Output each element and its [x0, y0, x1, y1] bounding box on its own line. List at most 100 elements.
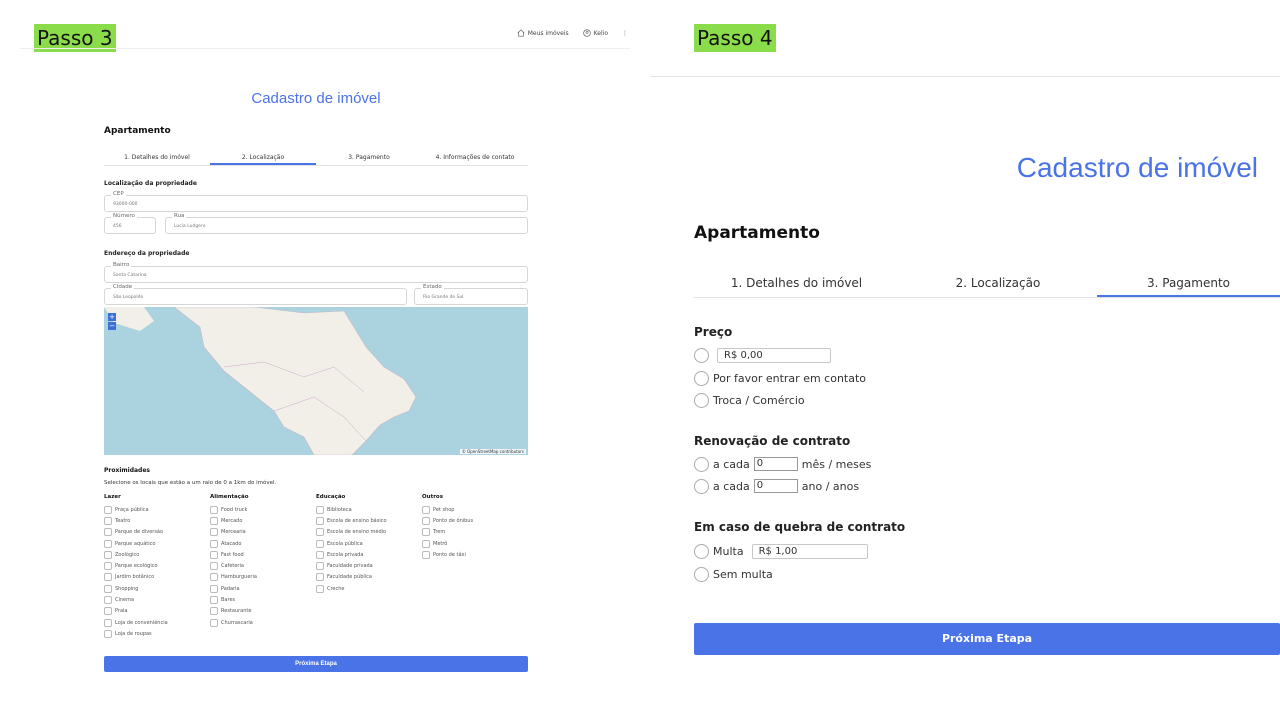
- next-step-button[interactable]: Próxima Etapa: [104, 656, 528, 672]
- proximity-option[interactable]: Zoológico: [104, 549, 210, 560]
- proximity-option[interactable]: Escola privada: [316, 549, 422, 560]
- checkbox[interactable]: [422, 505, 430, 514]
- proximity-option[interactable]: Loja de roupas: [104, 628, 210, 639]
- proximity-option[interactable]: Parque ecológico: [104, 560, 210, 571]
- checkbox[interactable]: [210, 505, 218, 514]
- proximity-option[interactable]: Loja de conveniência: [104, 617, 210, 628]
- checkbox[interactable]: [104, 573, 112, 582]
- nav-my-properties[interactable]: Meus imóveis: [517, 29, 569, 37]
- checkbox[interactable]: [210, 618, 218, 627]
- proximity-option[interactable]: Cafeteria: [210, 560, 316, 571]
- location-map[interactable]: + − © OpenStreetMap contributors: [104, 307, 528, 455]
- proximity-option[interactable]: Jardim botânico: [104, 572, 210, 583]
- tab-location[interactable]: 2. Localização: [210, 150, 316, 165]
- proximity-option[interactable]: Shopping: [104, 583, 210, 594]
- proximity-option[interactable]: Atacado: [210, 538, 316, 549]
- street-field[interactable]: Rua Lucia Ludgero: [165, 213, 528, 234]
- checkbox[interactable]: [104, 596, 112, 605]
- renewal-years-radio[interactable]: [694, 478, 709, 494]
- nav-user[interactable]: Kelio: [582, 29, 608, 37]
- proximity-option[interactable]: Ponto de táxi: [422, 549, 528, 560]
- checkbox[interactable]: [210, 516, 218, 525]
- proximity-option[interactable]: Parque de diversão: [104, 527, 210, 538]
- checkbox[interactable]: [316, 505, 324, 514]
- proximity-option[interactable]: Padaria: [210, 583, 316, 594]
- checkbox[interactable]: [316, 573, 324, 582]
- checkbox[interactable]: [422, 516, 430, 525]
- proximity-option[interactable]: Hamburgueria: [210, 572, 316, 583]
- checkbox[interactable]: [316, 528, 324, 537]
- proximity-option[interactable]: Pet shop: [422, 504, 528, 515]
- proximity-option[interactable]: Praça pública: [104, 504, 210, 515]
- checkbox[interactable]: [104, 584, 112, 593]
- trade-radio[interactable]: [694, 392, 709, 408]
- zoom-in-button[interactable]: +: [108, 313, 116, 321]
- contact-option[interactable]: Por favor entrar em contato: [694, 369, 866, 387]
- checkbox[interactable]: [104, 607, 112, 616]
- checkbox[interactable]: [210, 573, 218, 582]
- proximity-option[interactable]: Fast food: [210, 549, 316, 560]
- checkbox[interactable]: [210, 607, 218, 616]
- proximity-option[interactable]: Escola pública: [316, 538, 422, 549]
- price-option[interactable]: R$ 0,00: [694, 346, 831, 364]
- proximity-option[interactable]: Churrascaria: [210, 617, 316, 628]
- checkbox[interactable]: [210, 550, 218, 559]
- fine-option[interactable]: Multa R$ 1,00: [694, 542, 868, 560]
- zoom-out-button[interactable]: −: [108, 322, 116, 330]
- checkbox[interactable]: [210, 596, 218, 605]
- checkbox[interactable]: [104, 562, 112, 571]
- no-fine-radio[interactable]: [694, 566, 709, 582]
- proximity-option[interactable]: Metrô: [422, 538, 528, 549]
- number-field[interactable]: Número 456: [104, 213, 156, 234]
- months-input[interactable]: 0: [753, 457, 798, 471]
- city-field[interactable]: Cidade São Leopoldo: [104, 284, 407, 305]
- proximity-option[interactable]: Food truck: [210, 504, 316, 515]
- proximity-option[interactable]: Cinema: [104, 594, 210, 605]
- checkbox[interactable]: [422, 528, 430, 537]
- checkbox[interactable]: [422, 539, 430, 548]
- tab-payment[interactable]: 3. Pagamento: [1097, 270, 1280, 297]
- checkbox[interactable]: [210, 562, 218, 571]
- proximity-option[interactable]: Trem: [422, 527, 528, 538]
- price-radio[interactable]: [694, 347, 709, 363]
- next-step-button[interactable]: Próxima Etapa: [694, 623, 1280, 655]
- proximity-option[interactable]: Bares: [210, 594, 316, 605]
- proximity-option[interactable]: Praia: [104, 606, 210, 617]
- renewal-years-option[interactable]: a cada 0 ano / anos: [694, 477, 859, 495]
- fine-input[interactable]: R$ 1,00: [751, 543, 868, 559]
- checkbox[interactable]: [316, 539, 324, 548]
- proximity-option[interactable]: Mercearia: [210, 527, 316, 538]
- tab-location[interactable]: 2. Localização: [899, 270, 1097, 297]
- price-input[interactable]: R$ 0,00: [717, 347, 831, 363]
- proximity-option[interactable]: Parque aquático: [104, 538, 210, 549]
- proximity-option[interactable]: Teatro: [104, 515, 210, 526]
- fine-radio[interactable]: [694, 543, 709, 559]
- proximity-option[interactable]: Escola de ensino básico: [316, 515, 422, 526]
- neighborhood-field[interactable]: Bairro Santa Catarina: [104, 262, 528, 283]
- contact-radio[interactable]: [694, 370, 709, 386]
- proximity-option[interactable]: Faculdade privada: [316, 560, 422, 571]
- cep-field[interactable]: CEP 93000-000: [104, 191, 528, 212]
- trade-option[interactable]: Troca / Comércio: [694, 391, 805, 409]
- renewal-months-option[interactable]: a cada 0 mês / meses: [694, 455, 871, 473]
- proximity-option[interactable]: Escola de ensino médio: [316, 527, 422, 538]
- checkbox[interactable]: [104, 528, 112, 537]
- no-fine-option[interactable]: Sem multa: [694, 565, 773, 583]
- years-input[interactable]: 0: [753, 479, 798, 493]
- checkbox[interactable]: [104, 629, 112, 638]
- state-field[interactable]: Estado Rio Grande do Sul: [414, 284, 528, 305]
- tab-payment[interactable]: 3. Pagamento: [316, 150, 422, 165]
- checkbox[interactable]: [104, 550, 112, 559]
- checkbox[interactable]: [316, 550, 324, 559]
- checkbox[interactable]: [210, 528, 218, 537]
- checkbox[interactable]: [104, 516, 112, 525]
- checkbox[interactable]: [210, 539, 218, 548]
- checkbox[interactable]: [104, 618, 112, 627]
- checkbox[interactable]: [104, 505, 112, 514]
- tab-contact[interactable]: 4. Informações de contato: [422, 150, 528, 165]
- proximity-option[interactable]: Ponto de ônibus: [422, 515, 528, 526]
- proximity-option[interactable]: Faculdade pública: [316, 572, 422, 583]
- checkbox[interactable]: [316, 562, 324, 571]
- tab-details[interactable]: 1. Detalhes do imóvel: [104, 150, 210, 165]
- renewal-months-radio[interactable]: [694, 456, 709, 472]
